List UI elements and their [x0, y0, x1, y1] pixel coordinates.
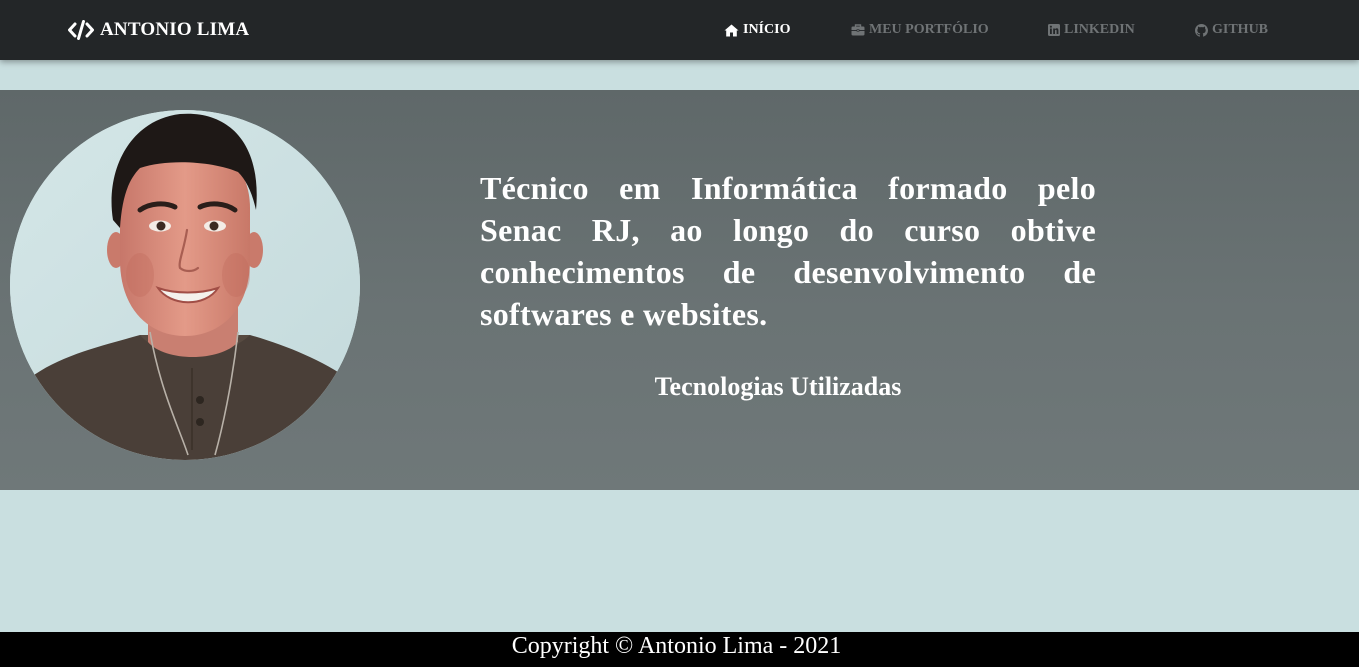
nav-item-label: LINKEDIN [1064, 22, 1135, 37]
copyright-text: Copyright © Antonio Lima - 2021 [511, 633, 842, 659]
page-footer: Copyright © Antonio Lima - 2021 [0, 632, 1359, 667]
nav-menu: INÍCIO MEU PORTFÓLIO LINKEDIN GITHUB [0, 20, 1359, 40]
nav-item-linkedin[interactable]: LINKEDIN [1048, 20, 1135, 40]
nav-item-label: GITHUB [1212, 22, 1269, 37]
github-icon [1195, 23, 1208, 37]
hero-section: Técnico em Informática formado pelo Sena… [0, 90, 1359, 490]
home-icon [724, 24, 739, 37]
nav-item-label: INÍCIO [743, 22, 791, 37]
profile-photo [10, 110, 360, 460]
nav-item-label: MEU PORTFÓLIO [869, 22, 989, 37]
bio-text: Técnico em Informática formado pelo Sena… [480, 170, 1096, 332]
technologies-heading: Tecnologias Utilizadas [654, 372, 902, 401]
linkedin-icon [1048, 24, 1060, 36]
briefcase-icon [851, 24, 865, 36]
top-navbar: ANTONIO LIMA INÍCIO MEU PORTFÓLIO LINKED… [0, 0, 1359, 60]
nav-item-github[interactable]: GITHUB [1195, 20, 1268, 40]
nav-item-inicio[interactable]: INÍCIO [724, 20, 790, 40]
nav-item-portfolio[interactable]: MEU PORTFÓLIO [851, 20, 989, 40]
